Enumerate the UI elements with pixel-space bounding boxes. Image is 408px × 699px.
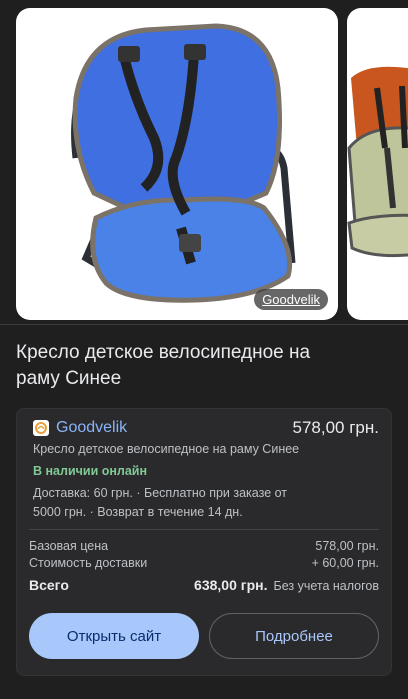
source-chip[interactable]: Goodvelik [254, 289, 328, 310]
store-logo-icon [33, 420, 49, 436]
total-row: Всего 638,00 грн. Без учета налогов [29, 577, 379, 593]
offer-price: 578,00 грн. [292, 418, 380, 437]
offer-description: Кресло детское велосипедное на раму Сине… [33, 442, 300, 456]
base-price-label: Базовая цена [29, 539, 109, 553]
store-name-link[interactable]: Goodvelik [56, 419, 127, 437]
divider [0, 324, 408, 325]
total-note: Без учета налогов [273, 579, 379, 593]
details-button[interactable]: Подробнее [209, 613, 379, 659]
product-image-card[interactable]: Goodvelik [16, 8, 338, 320]
offer-card: Goodvelik 578,00 грн. Кресло детское вел… [16, 408, 392, 676]
open-site-button[interactable]: Открыть сайт [29, 613, 199, 659]
store-row: Goodvelik 578,00 грн. [33, 417, 379, 439]
total-label: Всего [29, 577, 69, 593]
next-product-image [347, 66, 408, 258]
stock-status: В наличии онлайн [33, 464, 148, 478]
product-title: Кресло детское велосипедное на раму Сине… [16, 342, 311, 389]
next-image-card[interactable] [347, 8, 408, 320]
shipping-label: Стоимость доставки [29, 556, 148, 570]
delivery-info: Доставка: 60 грн. · Бесплатно при заказе… [33, 486, 288, 519]
base-price-row: Базовая цена 578,00 грн. [29, 539, 379, 553]
shipping-value: + 60,00 грн. [311, 556, 379, 570]
shipping-row: Стоимость доставки + 60,00 грн. [29, 556, 379, 570]
image-carousel[interactable]: Goodvelik [0, 0, 408, 330]
total-value: 638,00 грн. [194, 577, 268, 593]
base-price-value: 578,00 грн. [315, 539, 379, 553]
offer-divider [29, 529, 379, 530]
product-image [71, 23, 296, 303]
